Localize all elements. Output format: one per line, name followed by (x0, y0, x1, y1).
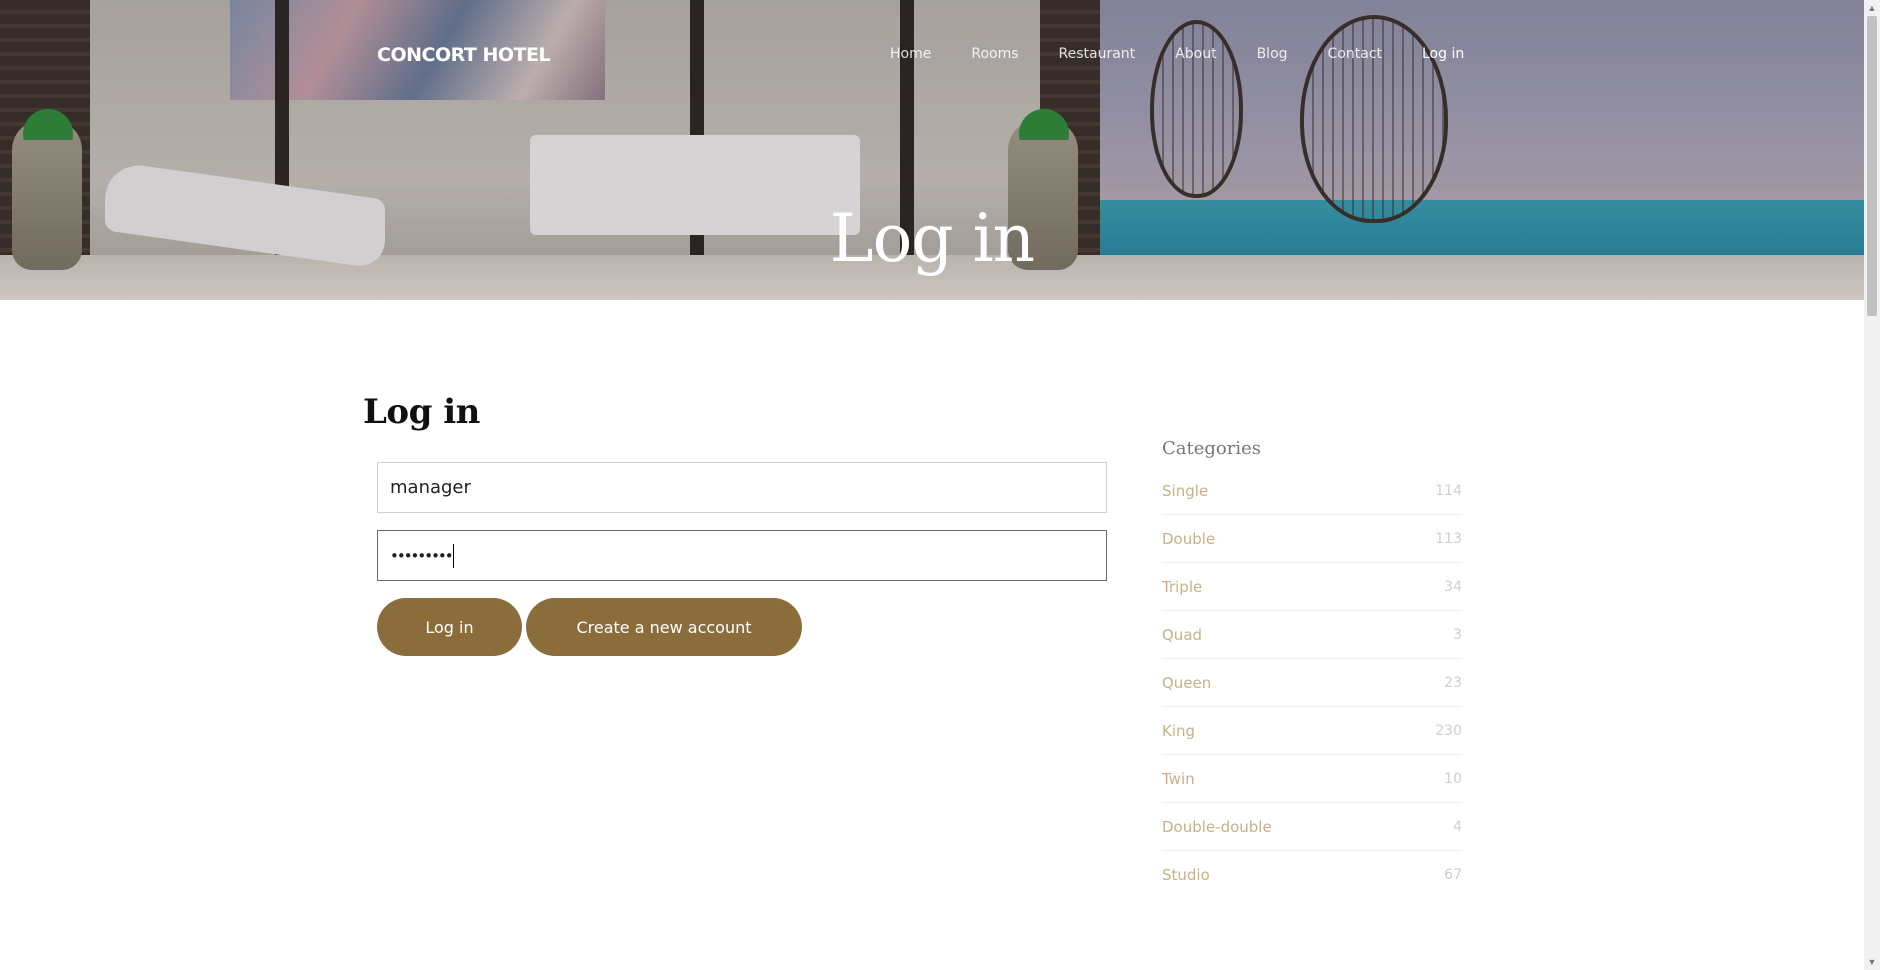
brand-logo[interactable]: CONCORT HOTEL (377, 44, 551, 66)
scroll-up-icon[interactable]: ▲ (1864, 0, 1880, 16)
nav-contact[interactable]: Contact (1328, 46, 1382, 62)
category-item[interactable]: Double 113 (1162, 515, 1462, 563)
category-name: Double (1162, 529, 1216, 548)
category-item[interactable]: Triple 34 (1162, 563, 1462, 611)
category-name: Triple (1162, 577, 1203, 596)
hero-banner: CONCORT HOTEL Home Rooms Restaurant Abou… (0, 0, 1864, 300)
nav-blog[interactable]: Blog (1257, 46, 1288, 62)
nav-home[interactable]: Home (890, 46, 931, 62)
login-heading: Log in (363, 392, 480, 432)
category-count: 114 (1435, 482, 1462, 499)
password-value: ••••••••• (390, 546, 454, 565)
category-count: 3 (1453, 626, 1462, 643)
category-item[interactable]: Quad 3 (1162, 611, 1462, 659)
category-item[interactable]: Studio 67 (1162, 851, 1462, 898)
category-name: Studio (1162, 865, 1210, 884)
nav-rooms[interactable]: Rooms (971, 46, 1018, 62)
nav-about[interactable]: About (1175, 46, 1216, 62)
nav-restaurant[interactable]: Restaurant (1059, 46, 1136, 62)
category-count: 113 (1435, 530, 1462, 547)
login-button[interactable]: Log in (377, 598, 522, 656)
text-caret (452, 543, 454, 568)
category-count: 230 (1435, 722, 1462, 739)
category-name: Double-double (1162, 817, 1272, 836)
hero-title: Log in (829, 200, 1035, 277)
category-name: Queen (1162, 673, 1212, 692)
category-name: King (1162, 721, 1196, 740)
categories-heading: Categories (1162, 438, 1261, 459)
categories-sidebar: Categories Single 114 Double 113 Triple … (1162, 438, 1462, 898)
scroll-down-icon[interactable]: ▼ (1864, 954, 1880, 970)
category-count: 34 (1444, 578, 1462, 595)
page: CONCORT HOTEL Home Rooms Restaurant Abou… (0, 0, 1880, 970)
category-item[interactable]: King 230 (1162, 707, 1462, 755)
category-name: Twin (1162, 769, 1195, 788)
category-item[interactable]: Single 114 (1162, 467, 1462, 515)
password-input[interactable]: ••••••••• (377, 530, 1107, 581)
category-name: Quad (1162, 625, 1203, 644)
nav-login[interactable]: Log in (1422, 46, 1464, 62)
page-scrollbar[interactable]: ▲ ▼ (1864, 0, 1880, 970)
category-count: 4 (1453, 818, 1462, 835)
category-item[interactable]: Queen 23 (1162, 659, 1462, 707)
category-count: 67 (1444, 866, 1462, 883)
category-count: 23 (1444, 674, 1462, 691)
main-nav: Home Rooms Restaurant About Blog Contact… (890, 46, 1504, 62)
create-account-button[interactable]: Create a new account (526, 598, 802, 656)
category-item[interactable]: Twin 10 (1162, 755, 1462, 803)
username-input[interactable]: manager (377, 462, 1107, 513)
scrollbar-thumb[interactable] (1867, 16, 1877, 316)
category-item[interactable]: Double-double 4 (1162, 803, 1462, 851)
category-count: 10 (1444, 770, 1462, 787)
username-value: manager (390, 477, 471, 498)
category-name: Single (1162, 481, 1209, 500)
